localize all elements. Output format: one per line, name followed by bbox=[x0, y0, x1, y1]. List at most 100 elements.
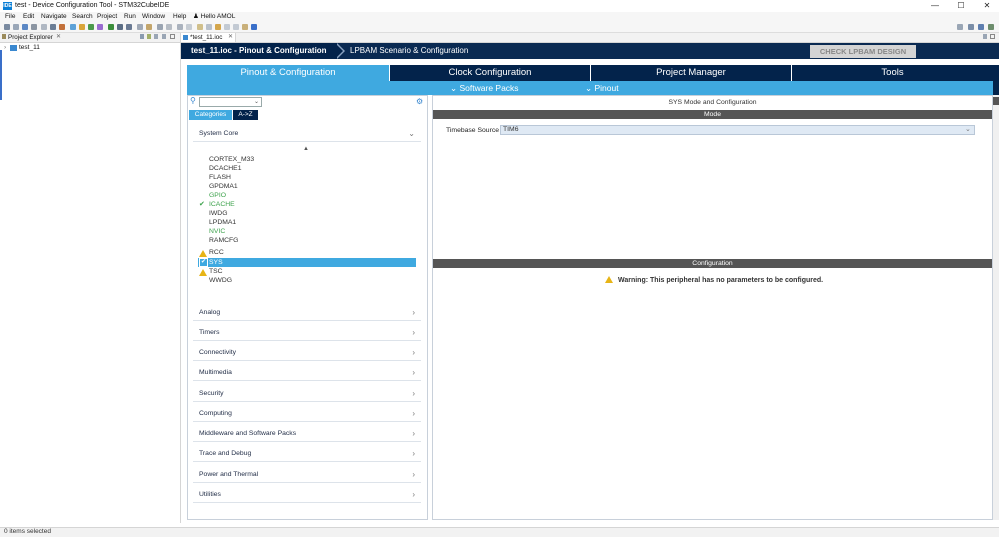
peripheral-cortex-m33[interactable]: CORTEX_M33 bbox=[209, 155, 254, 164]
chevron-down-icon[interactable]: ⌄ bbox=[965, 125, 971, 135]
annotation-icon[interactable] bbox=[157, 24, 163, 30]
collapse-all-icon[interactable] bbox=[140, 34, 144, 39]
check-lpbam-design-button[interactable]: CHECK LPBAM DESIGN bbox=[810, 45, 916, 58]
category-middleware[interactable]: Middleware and Software Packs › bbox=[193, 426, 421, 442]
menu-run[interactable]: Run bbox=[124, 12, 136, 22]
category-timers[interactable]: Timers › bbox=[193, 325, 421, 341]
peripheral-tsc[interactable]: TSC bbox=[209, 267, 223, 276]
peripheral-iwdg[interactable]: IWDG bbox=[209, 209, 228, 218]
breadcrumb-lpbam[interactable]: LPBAM Scenario & Configuration bbox=[350, 43, 468, 59]
category-utilities[interactable]: Utilities › bbox=[193, 487, 421, 503]
debug-config-icon[interactable] bbox=[70, 24, 76, 30]
breadcrumb-current[interactable]: test_11.ioc - Pinout & Configuration bbox=[181, 43, 337, 59]
editor-maximize-icon[interactable] bbox=[990, 34, 995, 39]
dropdown-icon[interactable] bbox=[13, 24, 19, 30]
edit-icon[interactable] bbox=[197, 24, 203, 30]
run-icon[interactable] bbox=[108, 24, 114, 30]
editor-minimize-icon[interactable] bbox=[983, 34, 987, 39]
back-icon[interactable] bbox=[224, 24, 230, 30]
pinout-button[interactable]: ⌄ Pinout bbox=[585, 81, 619, 95]
open-type-icon[interactable] bbox=[146, 24, 152, 30]
run-dropdown-icon[interactable] bbox=[117, 24, 123, 30]
peripheral-search-input[interactable] bbox=[199, 97, 262, 107]
menu-help[interactable]: Help bbox=[173, 12, 186, 22]
coverage-icon[interactable] bbox=[97, 24, 103, 30]
nav-forward-icon[interactable] bbox=[186, 24, 192, 30]
save-icon[interactable] bbox=[22, 24, 28, 30]
peripheral-icache[interactable]: ICACHE bbox=[209, 200, 235, 209]
tab-categories[interactable]: Categories bbox=[189, 110, 232, 120]
folder-icon[interactable] bbox=[242, 24, 248, 30]
category-label: Analog bbox=[199, 309, 221, 316]
debug-icon[interactable] bbox=[88, 24, 94, 30]
timebase-source-select[interactable]: TIM6 bbox=[500, 125, 975, 135]
close-tab-icon[interactable]: ✕ bbox=[56, 33, 61, 42]
tree-item-test-11[interactable]: test_11 bbox=[19, 44, 40, 52]
search-icon: ⚲ bbox=[190, 96, 196, 105]
category-system-core[interactable]: System Core ⌄ bbox=[193, 126, 421, 142]
settings-icon[interactable] bbox=[41, 24, 47, 30]
external-tools-icon[interactable] bbox=[79, 24, 85, 30]
terminate-icon[interactable] bbox=[126, 24, 132, 30]
new-icon[interactable] bbox=[4, 24, 10, 30]
search-toolbar-icon[interactable] bbox=[137, 24, 143, 30]
category-analog[interactable]: Analog › bbox=[193, 305, 421, 321]
peripheral-gpdma1[interactable]: GPDMA1 bbox=[209, 182, 238, 191]
pin-icon[interactable] bbox=[166, 24, 172, 30]
software-packs-button[interactable]: ⌄ Software Packs bbox=[450, 81, 519, 95]
tab-pinout-configuration[interactable]: Pinout & Configuration bbox=[187, 65, 389, 81]
info-icon[interactable] bbox=[251, 24, 257, 30]
build-icon[interactable] bbox=[50, 24, 56, 30]
menu-file[interactable]: File bbox=[5, 12, 15, 22]
category-computing[interactable]: Computing › bbox=[193, 406, 421, 422]
view-menu-icon[interactable] bbox=[154, 34, 158, 39]
sort-up-icon[interactable]: ▲ bbox=[303, 145, 309, 153]
minimize-button[interactable]: — bbox=[924, 0, 946, 12]
peripheral-sys-selected-row[interactable] bbox=[198, 258, 416, 267]
forward-icon[interactable] bbox=[233, 24, 239, 30]
peripheral-nvic[interactable]: NVIC bbox=[209, 227, 225, 236]
menu-edit[interactable]: Edit bbox=[23, 12, 34, 22]
bookmark-icon[interactable] bbox=[215, 24, 221, 30]
close-editor-icon[interactable]: ✕ bbox=[228, 33, 233, 42]
category-power-thermal[interactable]: Power and Thermal › bbox=[193, 467, 421, 483]
minimize-view-icon[interactable] bbox=[162, 34, 166, 39]
maximize-view-icon[interactable] bbox=[170, 34, 175, 39]
vertical-scrollbar[interactable] bbox=[993, 95, 999, 520]
search-icon[interactable] bbox=[957, 24, 963, 30]
peripheral-rcc[interactable]: RCC bbox=[209, 248, 224, 257]
cube-perspective-icon[interactable] bbox=[978, 24, 984, 30]
peripheral-dcache1[interactable]: DCACHE1 bbox=[209, 164, 241, 173]
peripheral-sys[interactable]: SYS bbox=[209, 258, 223, 267]
tab-project-manager[interactable]: Project Manager bbox=[591, 65, 791, 81]
history-icon[interactable] bbox=[206, 24, 212, 30]
close-button[interactable]: ✕ bbox=[976, 0, 998, 12]
perspective-icon[interactable] bbox=[968, 24, 974, 30]
category-trace-debug[interactable]: Trace and Debug › bbox=[193, 446, 421, 462]
gear-icon[interactable]: ⚙ bbox=[416, 97, 423, 107]
peripheral-lpdma1[interactable]: LPDMA1 bbox=[209, 218, 236, 227]
save-all-icon[interactable] bbox=[31, 24, 37, 30]
tab-a-to-z[interactable]: A->Z bbox=[233, 110, 258, 120]
menu-search[interactable]: Search bbox=[72, 12, 93, 22]
category-multimedia[interactable]: Multimedia › bbox=[193, 365, 421, 381]
menu-window[interactable]: Window bbox=[142, 12, 165, 22]
device-icon[interactable] bbox=[59, 24, 65, 30]
menu-navigate[interactable]: Navigate bbox=[41, 12, 67, 22]
menu-project[interactable]: Project bbox=[97, 12, 117, 22]
peripheral-gpio[interactable]: GPIO bbox=[209, 191, 226, 200]
link-editor-icon[interactable] bbox=[147, 34, 151, 39]
category-connectivity[interactable]: Connectivity › bbox=[193, 345, 421, 361]
nav-back-icon[interactable] bbox=[177, 24, 183, 30]
peripheral-wwdg[interactable]: WWDG bbox=[209, 276, 232, 285]
debug-perspective-icon[interactable] bbox=[988, 24, 994, 30]
category-security[interactable]: Security › bbox=[193, 386, 421, 402]
maximize-button[interactable]: ☐ bbox=[950, 0, 972, 12]
peripheral-ramcfg[interactable]: RAMCFG bbox=[209, 236, 238, 245]
peripheral-flash[interactable]: FLASH bbox=[209, 173, 231, 182]
search-dropdown-icon[interactable]: ⌄ bbox=[254, 97, 259, 107]
tree-expand-icon[interactable]: › bbox=[4, 44, 6, 52]
tab-clock-configuration[interactable]: Clock Configuration bbox=[390, 65, 590, 81]
scroll-handle[interactable] bbox=[993, 97, 999, 105]
tab-tools[interactable]: Tools bbox=[792, 65, 993, 81]
